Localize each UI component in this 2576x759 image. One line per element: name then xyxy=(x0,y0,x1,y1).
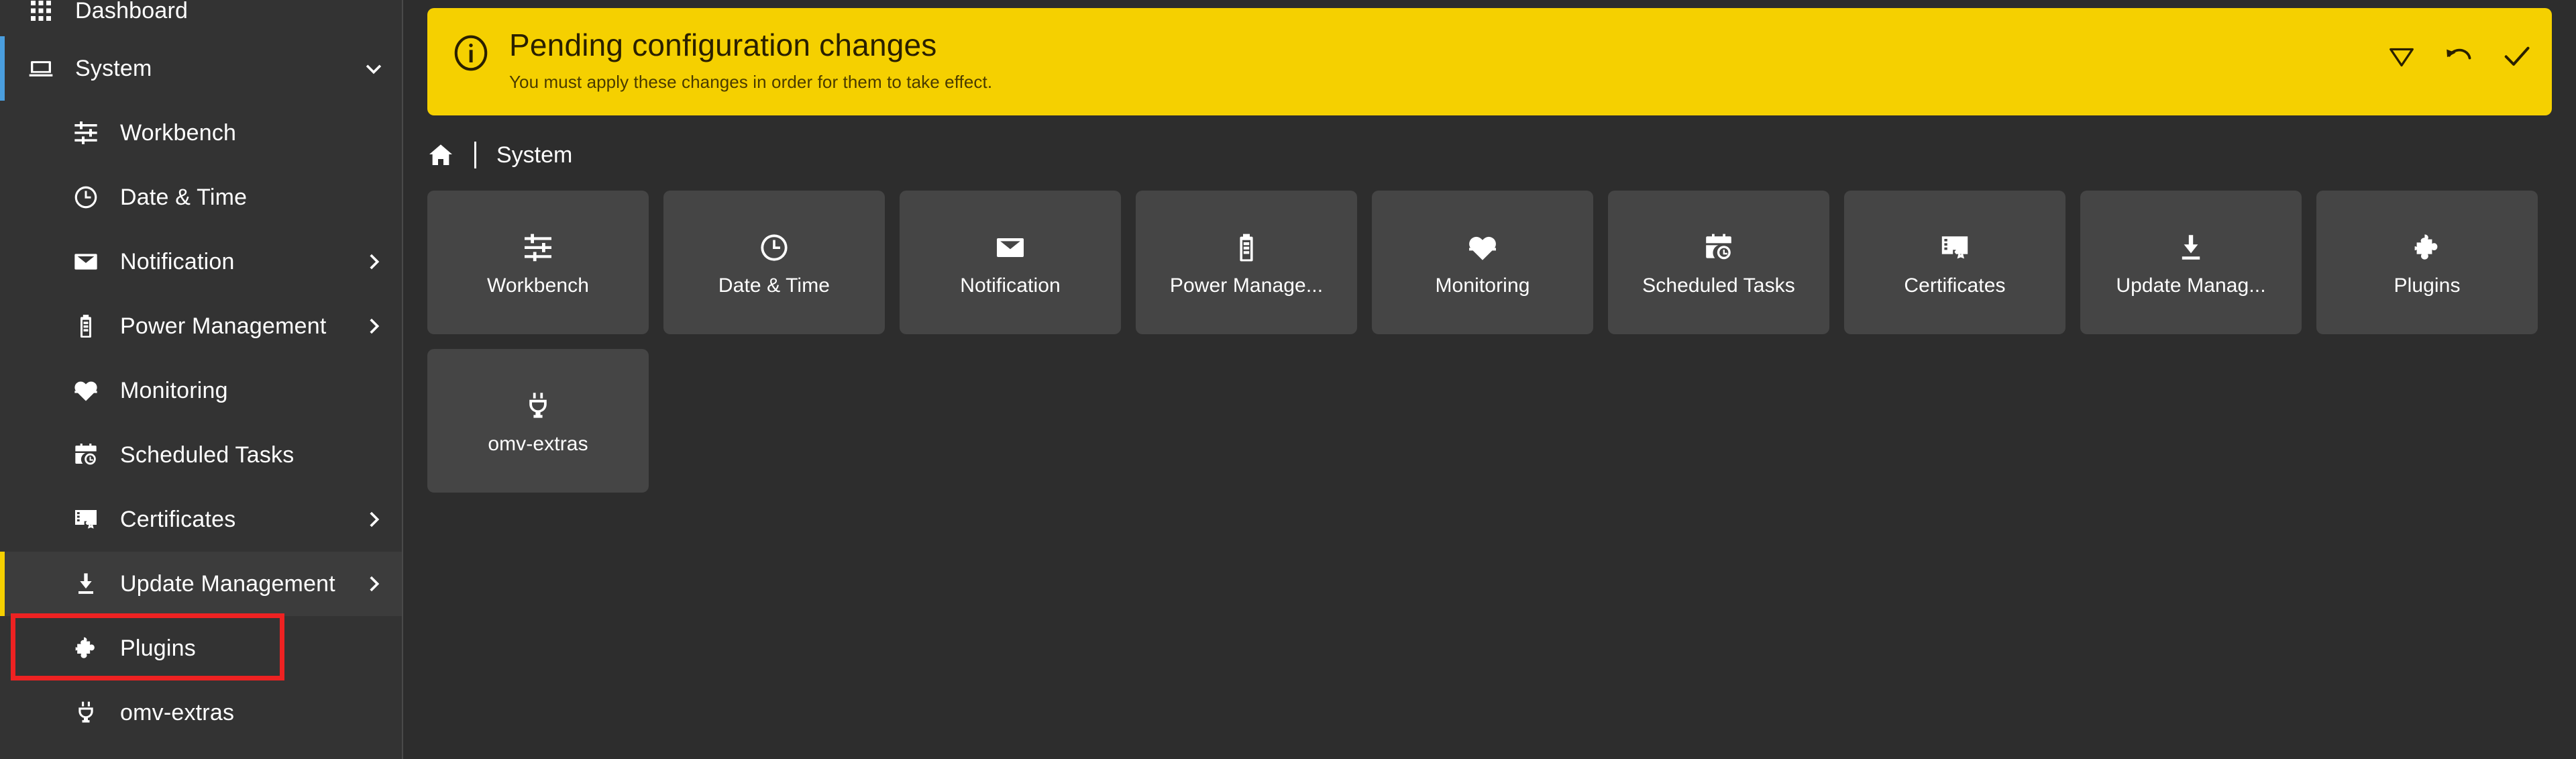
app-root: Dashboard System Workbench Date & Time N… xyxy=(0,0,2576,759)
tile-certificates[interactable]: Certificates xyxy=(1844,191,2065,334)
sidebar-item-label: Scheduled Tasks xyxy=(120,442,294,468)
laptop-icon xyxy=(25,53,56,84)
tile-date-time[interactable]: Date & Time xyxy=(663,191,885,334)
tile-label: Monitoring xyxy=(1435,274,1530,297)
tile-label: Power Manage... xyxy=(1169,274,1324,297)
tile-label: omv-extras xyxy=(488,433,588,455)
home-icon[interactable] xyxy=(427,142,454,168)
banner-subtitle: You must apply these changes in order fo… xyxy=(509,71,993,92)
sidebar-item-monitoring[interactable]: Monitoring xyxy=(0,358,402,423)
battery-icon xyxy=(1230,227,1263,268)
info-circle-icon xyxy=(450,32,492,77)
tile-label: Date & Time xyxy=(718,274,830,297)
sidebar-item-notification[interactable]: Notification xyxy=(0,230,402,294)
download-icon xyxy=(70,568,101,599)
certificate-icon xyxy=(70,504,101,535)
sidebar-item-plugins-wrapper: Plugins xyxy=(0,613,402,680)
tile-notification[interactable]: Notification xyxy=(900,191,1121,334)
sidebar-item-omv-extras[interactable]: omv-extras xyxy=(0,680,402,745)
sidebar-item-label: System xyxy=(75,55,152,81)
banner-text-group: Pending configuration changes You must a… xyxy=(509,28,2529,93)
sidebar-item-label: omv-extras xyxy=(120,699,235,725)
show-details-button[interactable] xyxy=(2384,39,2419,74)
sidebar-item-label: Update Management xyxy=(120,570,335,597)
tile-label: Update Manag... xyxy=(2116,274,2266,297)
sidebar-item-label: Certificates xyxy=(120,506,236,532)
breadcrumb-current: System xyxy=(496,142,573,168)
sidebar-item-certificates[interactable]: Certificates xyxy=(0,487,402,552)
sidebar-item-label: Dashboard xyxy=(75,0,189,23)
download-icon xyxy=(2175,227,2207,268)
clock-icon xyxy=(70,182,101,213)
power-plug-icon xyxy=(522,386,554,426)
tile-plugins[interactable]: Plugins xyxy=(2316,191,2538,334)
sidebar-item-label: Notification xyxy=(120,248,235,274)
chevron-down-icon[interactable] xyxy=(354,36,394,101)
power-plug-icon xyxy=(70,697,101,728)
sidebar-item-workbench[interactable]: Workbench xyxy=(0,101,402,165)
envelope-icon xyxy=(994,227,1026,268)
sidebar-item-label: Power Management xyxy=(120,313,327,339)
sidebar-item-dashboard[interactable]: Dashboard xyxy=(0,0,402,36)
envelope-icon xyxy=(70,246,101,277)
tile-monitoring[interactable]: Monitoring xyxy=(1372,191,1593,334)
heart-pulse-icon xyxy=(1466,227,1499,268)
sidebar-item-power-management[interactable]: Power Management xyxy=(0,294,402,358)
sidebar-item-date-time[interactable]: Date & Time xyxy=(0,165,402,230)
system-tile-grid: Workbench Date & Time Notification Power… xyxy=(427,191,2561,493)
tile-scheduled-tasks[interactable]: Scheduled Tasks xyxy=(1608,191,1829,334)
tile-update-management[interactable]: Update Manag... xyxy=(2080,191,2302,334)
banner-title: Pending configuration changes xyxy=(509,28,937,62)
tile-label: Workbench xyxy=(486,274,590,297)
sidebar-item-label: Plugins xyxy=(120,635,196,661)
revert-button[interactable] xyxy=(2442,39,2477,74)
puzzle-piece-icon xyxy=(2411,227,2443,268)
chevron-right-icon[interactable] xyxy=(354,230,394,294)
apply-button[interactable] xyxy=(2500,39,2534,74)
sidebar-item-label: Date & Time xyxy=(120,184,248,210)
sidebar-item-label: Workbench xyxy=(120,119,237,146)
sidebar-item-scheduled-tasks[interactable]: Scheduled Tasks xyxy=(0,423,402,487)
tile-label: Certificates xyxy=(1904,274,2006,297)
certificate-icon xyxy=(1939,227,1971,268)
clock-icon xyxy=(758,227,790,268)
tile-label: Plugins xyxy=(2394,274,2461,297)
breadcrumb-separator xyxy=(474,142,476,168)
battery-icon xyxy=(70,311,101,342)
sidebar-item-system[interactable]: System xyxy=(0,36,402,101)
tile-label: Notification xyxy=(960,274,1061,297)
calendar-clock-icon xyxy=(70,440,101,470)
calendar-clock-icon xyxy=(1703,227,1735,268)
puzzle-piece-icon xyxy=(70,633,101,664)
tile-power-management[interactable]: Power Manage... xyxy=(1136,191,1357,334)
sliders-icon xyxy=(522,227,554,268)
pending-changes-banner: Pending configuration changes You must a… xyxy=(427,8,2552,115)
sliders-icon xyxy=(70,117,101,148)
sidebar-item-label: Monitoring xyxy=(120,377,228,403)
chevron-right-icon[interactable] xyxy=(354,487,394,552)
chevron-right-icon[interactable] xyxy=(354,294,394,358)
heart-pulse-icon xyxy=(70,375,101,406)
tile-workbench[interactable]: Workbench xyxy=(427,191,649,334)
breadcrumb: System xyxy=(427,130,2576,180)
sidebar-item-update-management[interactable]: Update Management xyxy=(0,552,402,616)
grid-icon xyxy=(25,0,56,26)
chevron-right-icon[interactable] xyxy=(354,552,394,616)
tile-label: Scheduled Tasks xyxy=(1642,274,1795,297)
banner-actions xyxy=(2384,39,2534,74)
tile-omv-extras[interactable]: omv-extras xyxy=(427,349,649,493)
main-content: Pending configuration changes You must a… xyxy=(403,0,2576,759)
sidebar-navigation: Dashboard System Workbench Date & Time N… xyxy=(0,0,403,759)
sidebar-item-plugins[interactable]: Plugins xyxy=(0,616,402,680)
